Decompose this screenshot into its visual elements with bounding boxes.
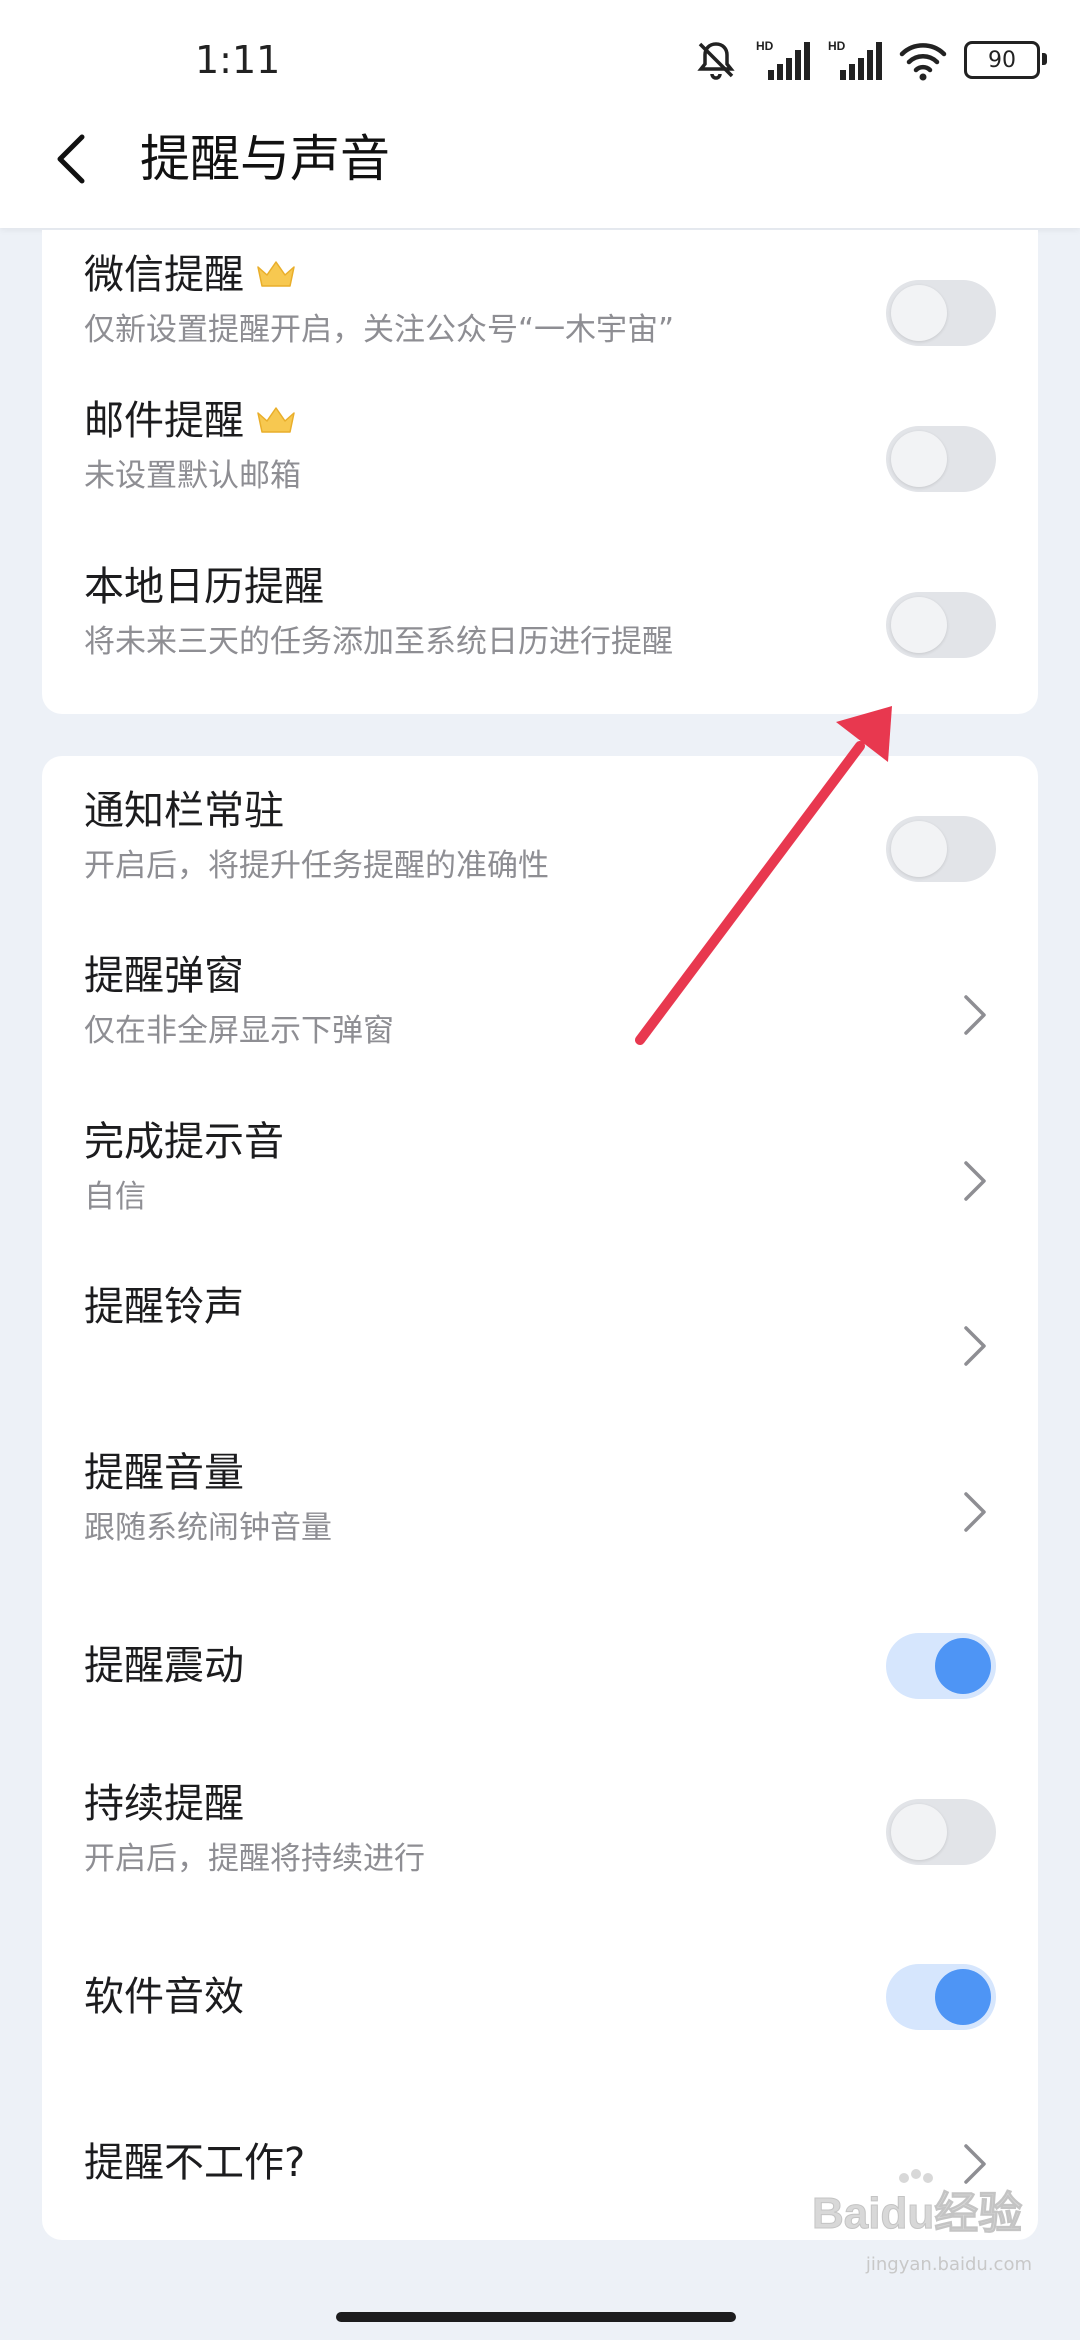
sound-effects-toggle[interactable] — [886, 1964, 996, 2030]
wechat-reminder-toggle[interactable] — [886, 280, 996, 346]
persistent-notification-toggle[interactable] — [886, 816, 996, 882]
row-title: 通知栏常驻 — [84, 788, 284, 834]
status-time: 1:11 — [195, 38, 281, 82]
row-subtitle: 跟随系统闹钟音量 — [84, 1510, 332, 1546]
row-title: 完成提示音 — [84, 1119, 284, 1165]
settings-row-vibration[interactable]: 提醒震动 — [42, 1583, 1038, 1749]
silent-bell-icon — [697, 42, 735, 80]
row-title: 微信提醒 — [84, 252, 244, 298]
toggle-knob — [935, 1969, 991, 2025]
chevron-right-icon — [964, 995, 986, 1035]
row-subtitle: 仅新设置提醒开启，关注公众号“一木宇宙” — [84, 312, 675, 348]
back-button[interactable] — [46, 126, 96, 192]
row-title: 提醒音量 — [84, 1450, 244, 1496]
row-subtitle: 将未来三天的任务添加至系统日历进行提醒 — [84, 624, 673, 660]
row-title: 本地日历提醒 — [84, 564, 324, 610]
back-arrow-icon — [57, 134, 85, 184]
watermark-url: jingyan.baidu.com — [865, 2254, 1032, 2275]
signal-1-icon: HD — [756, 39, 810, 80]
home-indicator[interactable] — [336, 2312, 736, 2322]
settings-row-continuous[interactable]: 持续提醒 开启后，提醒将持续进行 — [42, 1749, 1038, 1914]
toggle-knob — [891, 821, 947, 877]
crown-icon — [257, 407, 295, 433]
row-subtitle: 开启后，将提升任务提醒的准确性 — [84, 848, 549, 884]
vibration-toggle[interactable] — [886, 1633, 996, 1699]
svg-text:Baidu经验: Baidu经验 — [812, 2189, 1022, 2238]
settings-row-volume[interactable]: 提醒音量 跟随系统闹钟音量 — [42, 1418, 1038, 1583]
row-subtitle: 仅在非全屏显示下弹窗 — [84, 1013, 394, 1049]
toggle-knob — [891, 285, 947, 341]
chevron-right-icon — [964, 1326, 986, 1366]
toggle-knob — [891, 1804, 947, 1860]
signal-2-icon: HD — [828, 39, 882, 80]
reminder-channels-card: 微信提醒 仅新设置提醒开启，关注公众号“一木宇宙” 邮件提醒 未设置默认邮箱 本… — [42, 230, 1038, 714]
local-calendar-toggle[interactable] — [886, 592, 996, 658]
row-title: 软件音效 — [84, 1974, 244, 2020]
settings-row-wechat[interactable]: 微信提醒 仅新设置提醒开启，关注公众号“一木宇宙” — [42, 230, 1038, 396]
row-subtitle: 自信 — [84, 1179, 146, 1215]
email-reminder-toggle[interactable] — [886, 426, 996, 492]
crown-icon — [257, 261, 295, 287]
notification-settings-card: 通知栏常驻 开启后，将提升任务提醒的准确性 提醒弹窗 仅在非全屏显示下弹窗 完成… — [42, 756, 1038, 2240]
continuous-reminder-toggle[interactable] — [886, 1799, 996, 1865]
svg-text:HD: HD — [756, 39, 774, 53]
settings-row-ringtone[interactable]: 提醒铃声 — [42, 1252, 1038, 1418]
battery-icon: 90 — [964, 41, 1047, 79]
row-title: 提醒震动 — [84, 1643, 244, 1689]
top-bar: 1:11 HD HD 90 提醒与声音 — [0, 0, 1080, 228]
wifi-icon — [899, 43, 947, 81]
settings-row-persistent-notification[interactable]: 通知栏常驻 开启后，将提升任务提醒的准确性 — [42, 756, 1038, 921]
settings-row-completion-sound[interactable]: 完成提示音 自信 — [42, 1087, 1038, 1252]
toggle-knob — [891, 431, 947, 487]
settings-row-popup[interactable]: 提醒弹窗 仅在非全屏显示下弹窗 — [42, 921, 1038, 1087]
chevron-right-icon — [964, 1161, 986, 1201]
status-icons: HD HD 90 — [694, 34, 1047, 86]
row-title: 提醒不工作? — [84, 2140, 306, 2186]
battery-level: 90 — [988, 47, 1016, 73]
baidu-paw-logo: Baidu经验 — [812, 2169, 1023, 2239]
toggle-knob — [935, 1638, 991, 1694]
settings-row-sound-effects[interactable]: 软件音效 — [42, 1914, 1038, 2080]
svg-text:HD: HD — [828, 39, 846, 53]
row-subtitle: 未设置默认邮箱 — [84, 458, 301, 494]
page-title: 提醒与声音 — [140, 130, 390, 188]
row-title: 提醒弹窗 — [84, 953, 244, 999]
row-title: 邮件提醒 — [84, 398, 244, 444]
row-title: 提醒铃声 — [84, 1284, 244, 1330]
row-title: 持续提醒 — [84, 1781, 244, 1827]
chevron-right-icon — [964, 1492, 986, 1532]
settings-row-email[interactable]: 邮件提醒 未设置默认邮箱 — [42, 396, 1038, 562]
row-subtitle: 开启后，提醒将持续进行 — [84, 1841, 425, 1877]
settings-row-local-calendar[interactable]: 本地日历提醒 将未来三天的任务添加至系统日历进行提醒 — [42, 562, 1038, 714]
baidu-watermark: Baidu经验 jingyan.baidu.com — [812, 2166, 1042, 2275]
toggle-knob — [891, 597, 947, 653]
